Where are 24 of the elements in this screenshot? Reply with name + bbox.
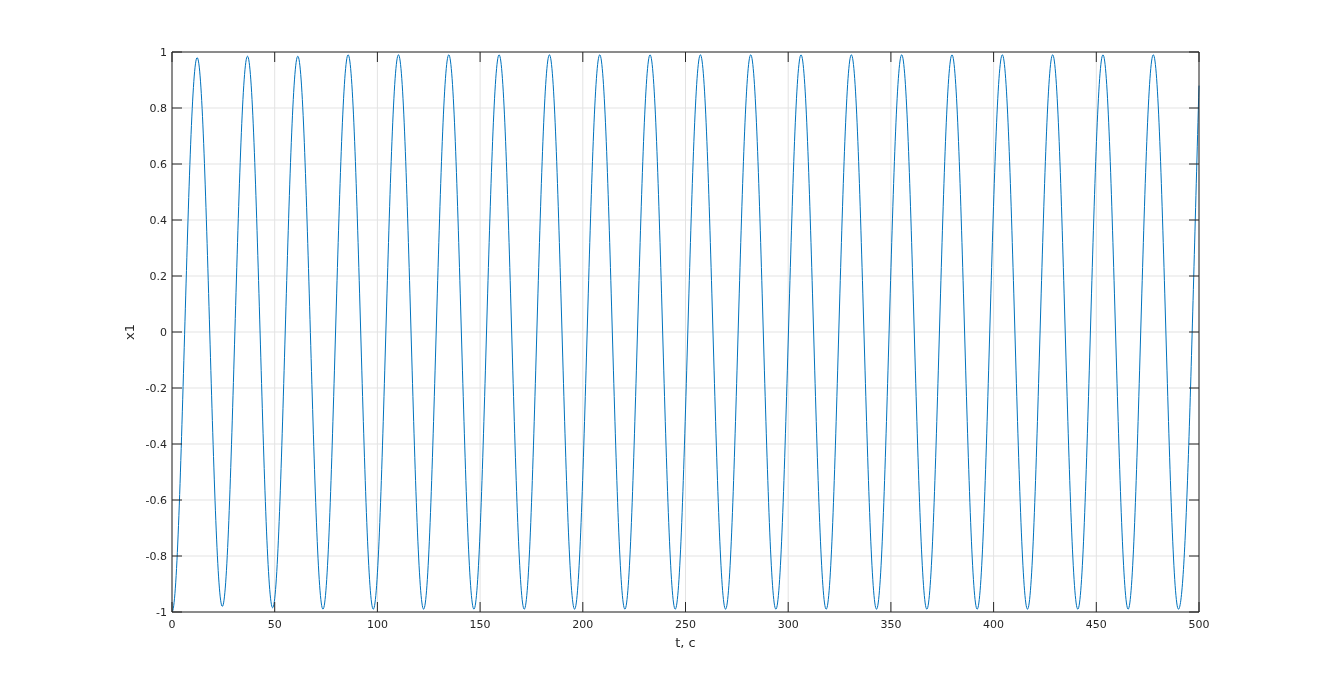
- x-tick-label: 500: [1188, 618, 1210, 631]
- y-axis-label: x1: [122, 324, 137, 340]
- x-tick-label: 250: [675, 618, 696, 631]
- x-tick-label: 50: [267, 618, 282, 631]
- x-axis-label: t, c: [675, 635, 696, 650]
- x-tick-label: 0: [168, 618, 176, 631]
- y-tick-label: 0.8: [149, 102, 167, 115]
- y-tick-label: -0.6: [145, 494, 167, 507]
- x-tick-label: 200: [572, 618, 594, 631]
- y-tick-label: 1: [160, 46, 167, 59]
- y-tick-label: 0.6: [149, 158, 167, 171]
- y-tick-label: 0.4: [149, 214, 167, 227]
- x-tick-label: 300: [777, 618, 799, 631]
- x-tick-label: 400: [983, 618, 1005, 631]
- y-tick-label: -1: [156, 606, 167, 619]
- x-tick-label: 150: [469, 618, 491, 631]
- x-tick-label: 350: [880, 618, 902, 631]
- x-tick-label: 100: [366, 618, 388, 631]
- x-tick-label: 450: [1085, 618, 1107, 631]
- y-tick-label: 0: [160, 326, 167, 339]
- y-tick-label: 0.2: [149, 270, 167, 283]
- y-tick-label: -0.4: [145, 438, 167, 451]
- y-tick-label: -0.8: [145, 550, 167, 563]
- y-tick-label: -0.2: [145, 382, 167, 395]
